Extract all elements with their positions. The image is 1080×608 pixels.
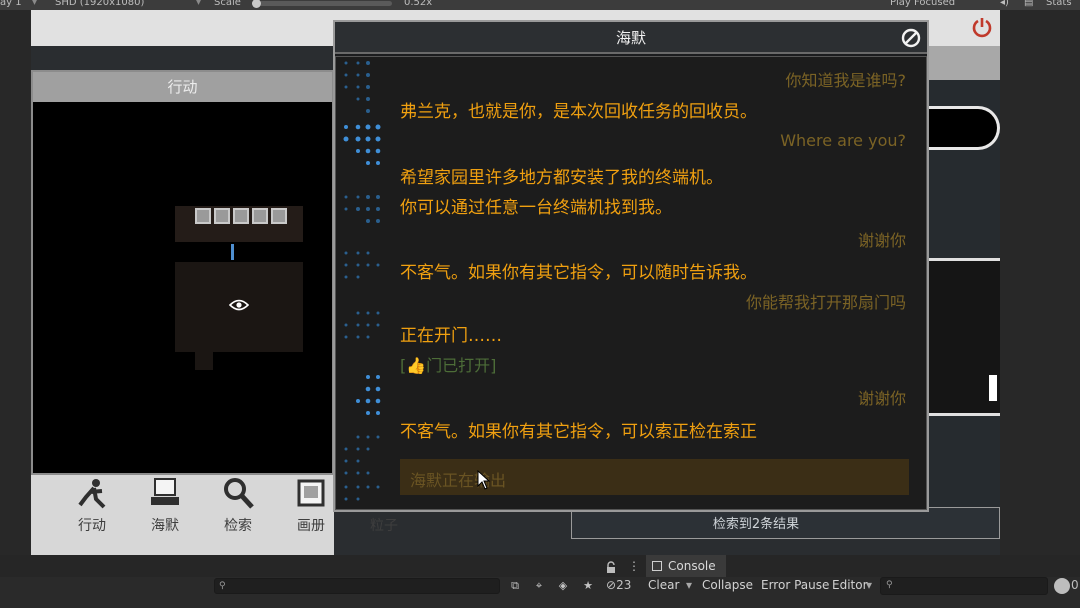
mute-audio-icon[interactable]: ◂) (1000, 0, 1009, 8)
mouse-cursor-icon (477, 470, 491, 490)
tab-console[interactable]: Console (646, 555, 726, 577)
error-pause-button[interactable]: Error Pause (761, 578, 829, 592)
system-message: [👍门已打开] (400, 356, 497, 375)
star-icon[interactable]: ★ (581, 579, 595, 593)
bot-message: 正在开门…… (400, 326, 502, 346)
search-icon: ⚲ (886, 580, 893, 590)
hidden-count-value: 23 (616, 578, 632, 592)
scale-label: Scale (214, 0, 241, 8)
bottom-tool-strip: 行动 海默 检索 画册 粒子 (31, 475, 398, 555)
right-panel-pill-button[interactable] (928, 106, 1000, 150)
scale-value: 0.52x (404, 0, 433, 8)
play-mode-dropdown[interactable]: ay 1 (0, 0, 22, 8)
more-options-icon[interactable]: ⋮ (628, 559, 640, 573)
eye-slash-icon: ⊘ (606, 578, 617, 592)
console-icon (652, 561, 662, 571)
collapse-button[interactable]: Collapse (702, 578, 753, 592)
user-message: 你知道我是谁吗? (785, 71, 907, 90)
tool-label: 行动 (78, 518, 106, 534)
noise-glyph (989, 375, 997, 401)
scene-picking-icon[interactable]: ⌖ (532, 579, 546, 593)
stats-icon: ▤ (1024, 0, 1034, 8)
map-corridor (231, 244, 234, 260)
lock-icon[interactable] (606, 561, 616, 573)
tag-icon[interactable]: ◈ (556, 579, 570, 593)
dialog-title: 海默 (615, 29, 646, 47)
info-count: 0 (1071, 578, 1079, 592)
stats-button[interactable]: Stats (1046, 0, 1072, 8)
chat-log: 你知道我是谁吗? 弗兰克，也就是你，是本次回收任务的回收员。 Where are… (335, 56, 927, 510)
tool-label: 海默 (151, 518, 179, 534)
chevron-down-icon[interactable]: ▾ (866, 578, 872, 592)
action-panel-title: 行动 (33, 72, 332, 102)
dialog-titlebar: 海默 (335, 22, 927, 54)
bot-message: 不客气。如果你有其它指令，可以索正检在索正 (400, 422, 757, 442)
editor-toolbar: ay 1 ▾ SHD (1920x1080) ▾ Scale 0.52x Pla… (0, 0, 1080, 10)
tab-console-label: Console (668, 559, 716, 573)
bot-message: 你可以通过任意一台终端机找到我。 (400, 198, 672, 218)
chevron-down-icon: ▾ (196, 0, 202, 8)
power-icon[interactable] (971, 16, 993, 38)
bot-message: 不客气。如果你有其它指令，可以随时告诉我。 (400, 263, 757, 283)
clear-button[interactable]: Clear (648, 578, 679, 592)
console-search-input[interactable]: ⚲ (880, 577, 1048, 595)
chevron-down-icon[interactable]: ▾ (686, 578, 692, 592)
info-icon[interactable] (1054, 578, 1070, 594)
hierarchy-search-input[interactable]: ⚲ (214, 578, 500, 594)
chevron-down-icon: ▾ (32, 0, 38, 8)
map-item-icon (271, 208, 287, 224)
editor-bottom-panels: ⋮ Console ⚲ ⧉ ⌖ ◈ ★ ⊘23 Clear ▾ Collapse… (0, 555, 1080, 608)
panel-tab-bar: ⋮ Console (0, 555, 1080, 577)
cancel-icon[interactable] (901, 28, 921, 48)
tool-label: 检索 (224, 518, 252, 534)
running-person-icon (78, 479, 106, 509)
resolution-dropdown[interactable]: SHD (1920x1080) (55, 0, 144, 8)
user-message: 谢谢你 (857, 231, 906, 250)
tool-search-button[interactable]: 检索 (206, 475, 270, 555)
map-item-icon (233, 208, 249, 224)
scale-slider-handle[interactable] (252, 0, 261, 8)
map-room-stub (195, 352, 213, 370)
terminal-icon (151, 478, 179, 505)
map-item-icon (252, 208, 268, 224)
map-item-icon (195, 208, 211, 224)
hidden-objects-count[interactable]: ⊘23 (606, 578, 631, 592)
magnifier-icon (224, 478, 254, 509)
album-icon (297, 479, 325, 507)
unity-editor: ay 1 ▾ SHD (1920x1080) ▾ Scale 0.52x Pla… (0, 0, 1080, 608)
editor-dropdown[interactable]: Editor (832, 578, 868, 592)
tool-label: 粒子 (370, 518, 398, 534)
right-panel-header (928, 46, 1000, 80)
search-icon: ⚲ (219, 581, 226, 591)
haimo-dialog: 海默 你知道我是谁吗? 弗兰克，也就是你，是本次回收任务的回收员。 Where … (333, 20, 929, 512)
action-panel: 行动 (31, 70, 334, 475)
scale-slider[interactable] (252, 1, 392, 6)
play-focused-dropdown[interactable]: Play Focused (890, 0, 955, 8)
scene-visibility-icon[interactable]: ⧉ (508, 579, 522, 593)
eye-icon (229, 299, 249, 311)
bot-message: 希望家园里许多地方都安装了我的终端机。 (400, 168, 723, 188)
user-message: 你能帮我打开那扇门吗 (745, 293, 906, 312)
tool-action-button[interactable]: 行动 (60, 475, 124, 555)
dot-pattern-decoration (343, 61, 381, 501)
bot-message: 弗兰克，也就是你，是本次回收任务的回收员。 (400, 102, 757, 122)
tool-label: 画册 (297, 518, 325, 534)
map-item-icon (214, 208, 230, 224)
user-message: 谢谢你 (857, 389, 906, 408)
chat-input-status: 海默正在输出 (410, 471, 507, 490)
tool-haimo-button[interactable]: 海默 (133, 475, 197, 555)
search-result-text: 检索到2条结果 (712, 517, 800, 532)
user-message: Where are you? (780, 131, 906, 150)
